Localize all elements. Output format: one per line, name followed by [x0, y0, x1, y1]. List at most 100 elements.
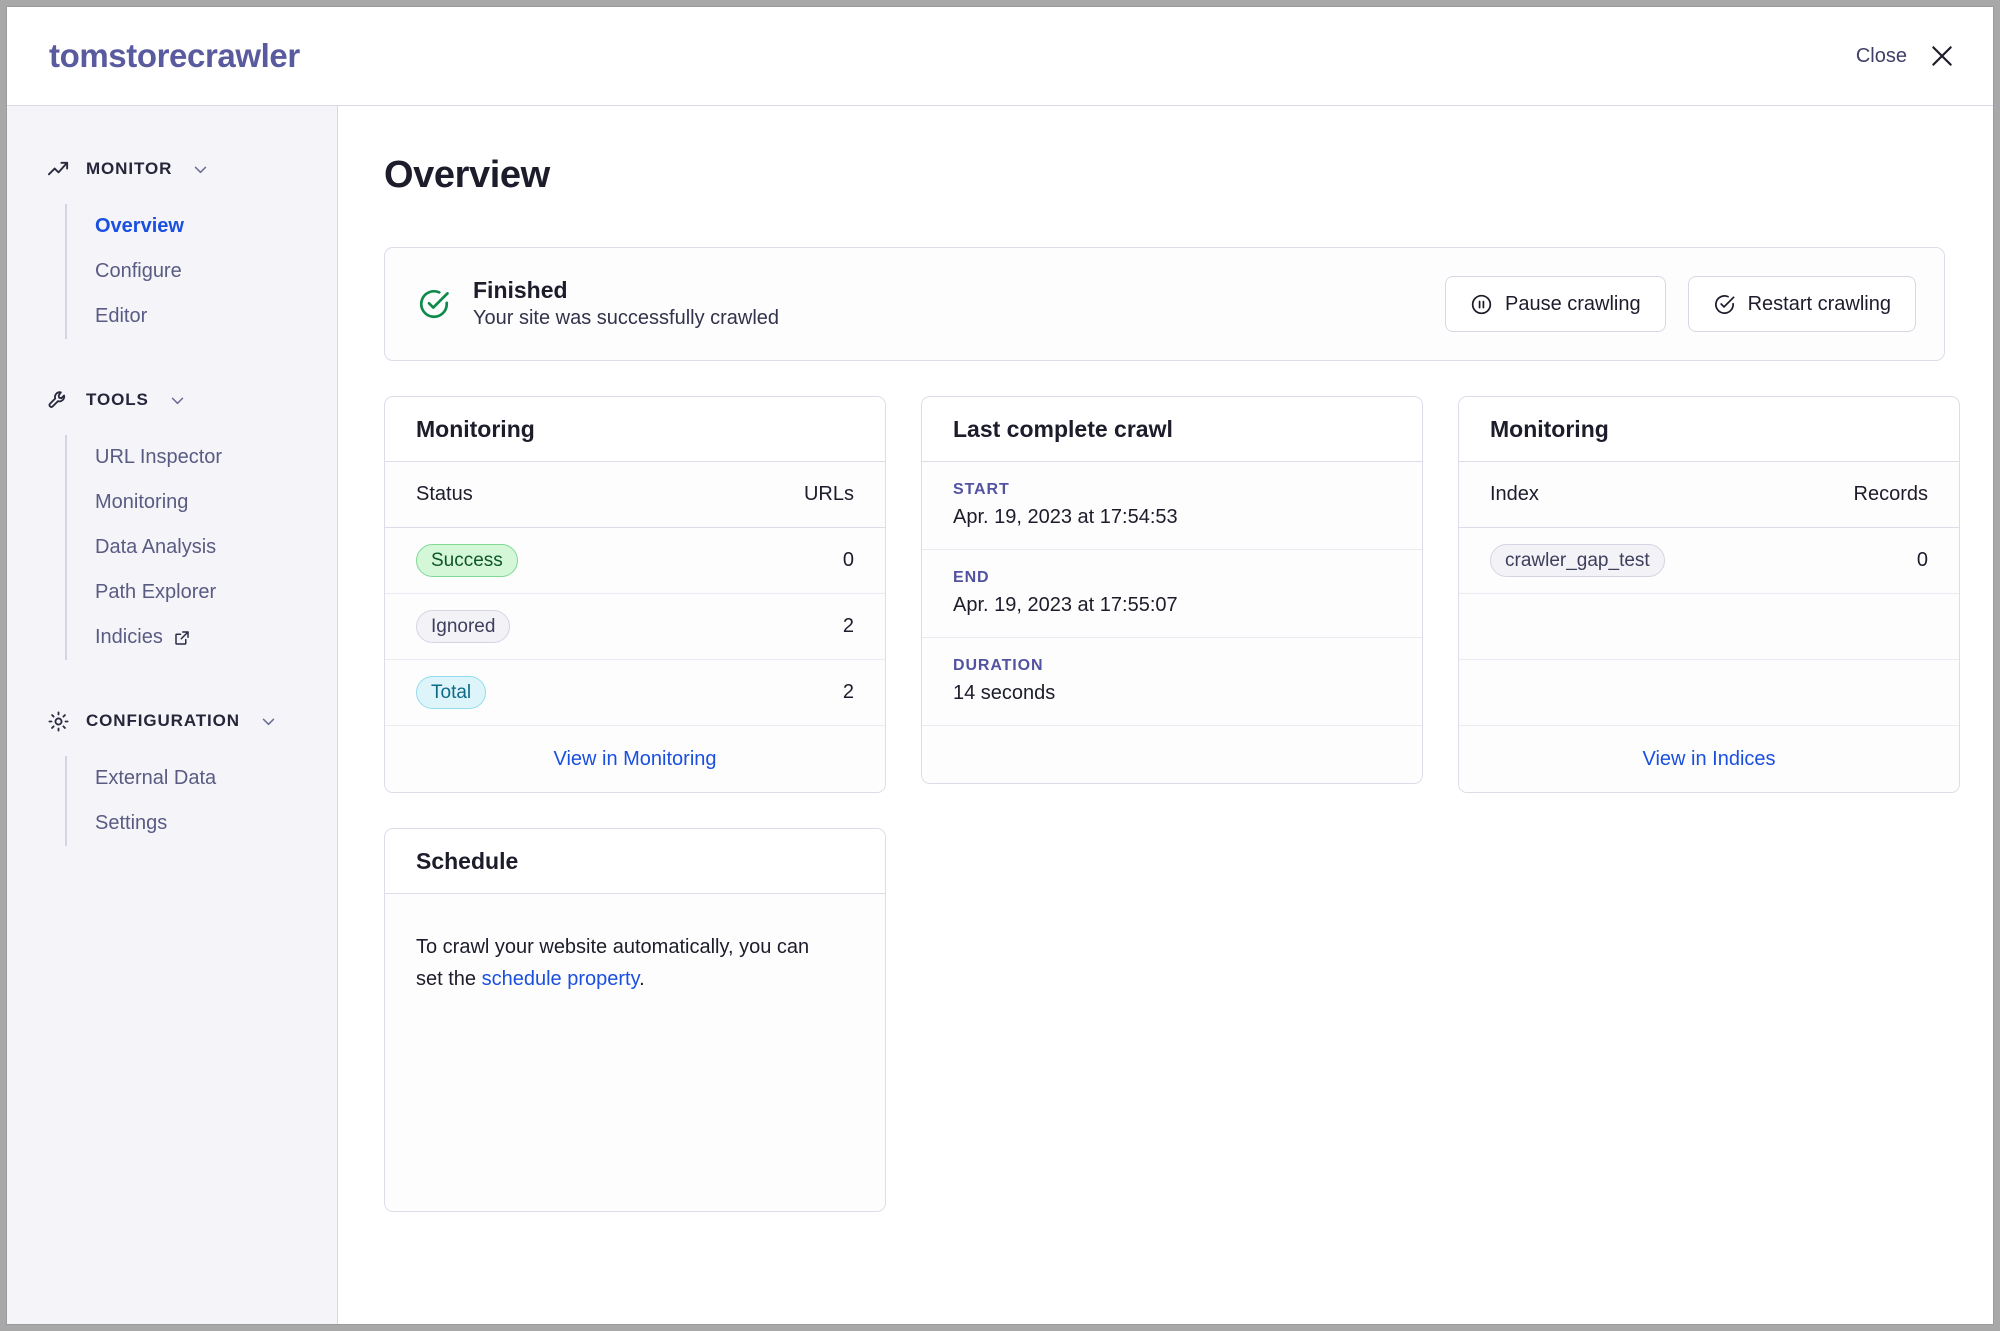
- chevron-down-icon[interactable]: [165, 392, 186, 409]
- column-header-index: Index: [1490, 483, 1539, 506]
- last-complete-crawl-card: Last complete crawl START Apr. 19, 2023 …: [921, 396, 1423, 784]
- sidebar-item-label: Overview: [95, 215, 184, 238]
- nav-group-configuration: CONFIGURATION External Data Settings: [7, 704, 337, 846]
- records-count: 0: [1917, 549, 1928, 572]
- nav-group-tools: TOOLS URL Inspector Monitoring: [7, 383, 337, 660]
- sidebar-item-label: External Data: [95, 767, 216, 790]
- banner-text: Finished Your site was successfully craw…: [473, 276, 779, 332]
- nav-group-header-monitor[interactable]: MONITOR: [7, 152, 337, 186]
- detail-value-duration: 14 seconds: [953, 682, 1391, 705]
- urls-count-total: 2: [843, 681, 854, 704]
- table-row: Ignored 2: [385, 594, 885, 660]
- window-body: MONITOR Overview Configure E: [7, 106, 1993, 1324]
- sidebar: MONITOR Overview Configure E: [7, 106, 338, 1324]
- nav-group-label: CONFIGURATION: [86, 711, 240, 731]
- cards-grid-row-1: Monitoring Status URLs Success 0 Ignored: [384, 396, 1945, 793]
- pause-crawling-label: Pause crawling: [1505, 293, 1641, 316]
- cards-grid-row-2: Schedule To crawl your website automatic…: [384, 828, 1945, 1212]
- nav-sublist-monitor: Overview Configure Editor: [65, 204, 337, 339]
- brand-title: tomstorecrawler: [49, 37, 300, 75]
- detail-row-duration: DURATION 14 seconds: [922, 638, 1422, 726]
- indices-table: Index Records crawler_gap_test 0: [1459, 462, 1959, 726]
- check-circle-icon: [417, 287, 451, 321]
- sidebar-item-label: Editor: [95, 305, 147, 328]
- card-filler: [922, 726, 1422, 783]
- check-circle-icon: [1713, 293, 1736, 316]
- monitoring-card-footer: View in Monitoring: [385, 726, 885, 792]
- urls-count-success: 0: [843, 549, 854, 572]
- chevron-down-icon[interactable]: [256, 713, 277, 730]
- external-link-icon: [173, 628, 191, 647]
- sidebar-item-label: Configure: [95, 260, 182, 283]
- last-crawl-details: START Apr. 19, 2023 at 17:54:53 END Apr.…: [922, 462, 1422, 783]
- detail-label-duration: DURATION: [953, 657, 1391, 675]
- detail-label-end: END: [953, 569, 1391, 587]
- close-button[interactable]: Close: [1856, 43, 1955, 69]
- sidebar-item-url-inspector[interactable]: URL Inspector: [67, 435, 337, 480]
- trending-up-icon: [47, 158, 70, 181]
- top-bar: tomstorecrawler Close: [7, 7, 1993, 106]
- sidebar-item-label: Path Explorer: [95, 581, 216, 604]
- sidebar-item-label: Settings: [95, 812, 167, 835]
- nav-group-label: TOOLS: [86, 390, 149, 410]
- sidebar-item-label: Monitoring: [95, 491, 188, 514]
- main-content: Overview Finished Your site was successf…: [338, 106, 1993, 1324]
- status-badge-ignored: Ignored: [416, 610, 510, 643]
- nav-sublist-configuration: External Data Settings: [65, 756, 337, 846]
- crawl-status-banner: Finished Your site was successfully craw…: [384, 247, 1945, 361]
- sidebar-item-label: Indicies: [95, 626, 163, 649]
- sidebar-item-external-data[interactable]: External Data: [67, 756, 337, 801]
- sidebar-item-editor[interactable]: Editor: [67, 294, 337, 339]
- crawler-admin-window: tomstorecrawler Close: [6, 6, 1994, 1325]
- sidebar-item-label: Data Analysis: [95, 536, 216, 559]
- page-title: Overview: [384, 154, 1945, 197]
- schedule-property-link[interactable]: schedule property: [482, 968, 640, 990]
- index-badge: crawler_gap_test: [1490, 544, 1665, 577]
- sidebar-item-settings[interactable]: Settings: [67, 801, 337, 846]
- detail-label-start: START: [953, 481, 1391, 499]
- view-in-monitoring-link[interactable]: View in Monitoring: [553, 748, 716, 771]
- monitoring-table: Status URLs Success 0 Ignored 2 Total: [385, 462, 885, 726]
- detail-row-end: END Apr. 19, 2023 at 17:55:07: [922, 550, 1422, 638]
- view-in-indices-link[interactable]: View in Indices: [1642, 748, 1775, 771]
- schedule-text-after: .: [639, 968, 645, 990]
- banner-title: Finished: [473, 276, 779, 305]
- nav-group-label: MONITOR: [86, 159, 172, 179]
- pause-crawling-button[interactable]: Pause crawling: [1445, 276, 1666, 332]
- sidebar-item-indicies[interactable]: Indicies: [67, 615, 337, 660]
- column-header-status: Status: [416, 483, 473, 506]
- table-row: Total 2: [385, 660, 885, 726]
- nav-sublist-tools: URL Inspector Monitoring Data Analysis P…: [65, 435, 337, 660]
- table-row-empty: [1459, 660, 1959, 726]
- monitoring-card: Monitoring Status URLs Success 0 Ignored: [384, 396, 886, 793]
- sidebar-item-label: URL Inspector: [95, 446, 222, 469]
- close-label: Close: [1856, 45, 1907, 68]
- card-title: Monitoring: [1459, 397, 1959, 462]
- detail-row-start: START Apr. 19, 2023 at 17:54:53: [922, 462, 1422, 550]
- sidebar-item-configure[interactable]: Configure: [67, 249, 337, 294]
- banner-subtitle: Your site was successfully crawled: [473, 305, 779, 332]
- indices-card-footer: View in Indices: [1459, 726, 1959, 792]
- status-badge-success: Success: [416, 544, 518, 577]
- gear-icon: [47, 710, 70, 733]
- sidebar-item-monitoring[interactable]: Monitoring: [67, 480, 337, 525]
- wrench-icon: [47, 389, 70, 412]
- nav-group-header-configuration[interactable]: CONFIGURATION: [7, 704, 337, 738]
- close-x-icon[interactable]: [1929, 43, 1955, 69]
- restart-crawling-label: Restart crawling: [1748, 293, 1891, 316]
- column-header-records: Records: [1854, 483, 1928, 506]
- detail-value-start: Apr. 19, 2023 at 17:54:53: [953, 506, 1391, 529]
- sidebar-item-data-analysis[interactable]: Data Analysis: [67, 525, 337, 570]
- restart-crawling-button[interactable]: Restart crawling: [1688, 276, 1916, 332]
- schedule-card-body: To crawl your website automatically, you…: [385, 894, 885, 1211]
- column-header-urls: URLs: [804, 483, 854, 506]
- chevron-down-icon[interactable]: [188, 161, 209, 178]
- table-row: Success 0: [385, 528, 885, 594]
- nav-group-header-tools[interactable]: TOOLS: [7, 383, 337, 417]
- table-header-row: Status URLs: [385, 462, 885, 528]
- sidebar-item-path-explorer[interactable]: Path Explorer: [67, 570, 337, 615]
- nav-group-monitor: MONITOR Overview Configure E: [7, 152, 337, 339]
- card-title: Monitoring: [385, 397, 885, 462]
- indices-card: Monitoring Index Records crawler_gap_tes…: [1458, 396, 1960, 793]
- sidebar-item-overview[interactable]: Overview: [67, 204, 337, 249]
